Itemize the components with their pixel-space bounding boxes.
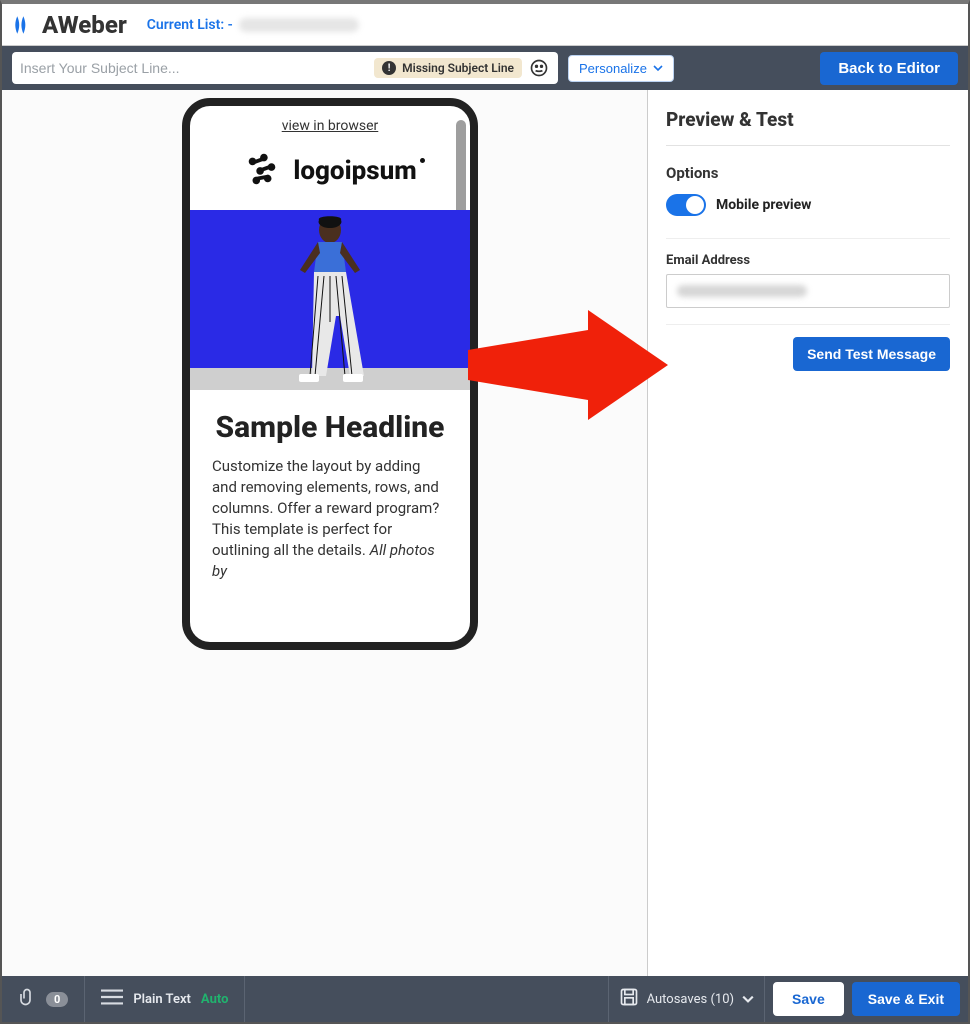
hero-person-illustration (275, 214, 385, 386)
email-address-input[interactable] (666, 274, 950, 308)
panel-title: Preview & Test (666, 108, 950, 146)
mobile-preview-content[interactable]: view in browser logoipsum (190, 106, 470, 642)
logoipsum-word: logoipsum (293, 156, 416, 186)
email-logo: logoipsum (190, 144, 470, 210)
editor-footer: 0 Plain Text Auto Autosaves (10) Save Sa… (2, 976, 968, 1022)
email-address-value-redacted (677, 285, 807, 297)
attachments-count: 0 (46, 992, 68, 1007)
alert-icon: ! (382, 61, 396, 75)
emoji-icon[interactable] (528, 57, 550, 79)
aweber-logo-text: AWeber (42, 11, 127, 39)
main-split: view in browser logoipsum (2, 90, 968, 976)
send-test-message-button[interactable]: Send Test Message (793, 337, 950, 371)
options-heading: Options (666, 164, 950, 182)
preview-canvas: view in browser logoipsum (2, 90, 648, 976)
attachments-section[interactable]: 0 (2, 976, 85, 1022)
chevron-down-icon (653, 63, 663, 73)
email-address-label: Email Address (666, 253, 950, 268)
missing-subject-badge: ! Missing Subject Line (374, 58, 522, 78)
plain-text-label: Plain Text (133, 992, 191, 1007)
save-button[interactable]: Save (773, 982, 844, 1016)
lines-icon (101, 988, 123, 1010)
paperclip-icon (18, 987, 36, 1011)
subject-toolbar: ! Missing Subject Line Personalize Back … (2, 46, 968, 90)
preview-test-panel: Preview & Test Options Mobile preview Em… (648, 90, 968, 976)
brand-bar: AWeber Current List: - (2, 4, 968, 46)
current-list-label: Current List: - (147, 17, 233, 33)
save-and-exit-button[interactable]: Save & Exit (852, 982, 960, 1016)
subject-input-wrap: ! Missing Subject Line (12, 52, 558, 84)
subject-input[interactable] (20, 60, 374, 76)
current-list-value-redacted (239, 18, 359, 32)
personalize-button[interactable]: Personalize (568, 55, 674, 82)
logoipsum-mark-icon (243, 150, 281, 192)
missing-subject-text: Missing Subject Line (402, 61, 514, 75)
autosaves-dropdown[interactable]: Autosaves (10) (608, 976, 765, 1022)
plain-text-auto-label: Auto (201, 992, 229, 1007)
autosaves-label: Autosaves (10) (647, 992, 734, 1007)
plain-text-section[interactable]: Plain Text Auto (85, 976, 245, 1022)
current-list[interactable]: Current List: - (147, 17, 359, 33)
aweber-logo[interactable]: AWeber (12, 11, 127, 39)
personalize-label: Personalize (579, 61, 647, 76)
callout-arrow (468, 310, 668, 420)
mobile-preview-toggle[interactable] (666, 194, 706, 216)
view-in-browser-link[interactable]: view in browser (190, 106, 470, 144)
email-headline: Sample Headline (190, 390, 470, 456)
hero-image (190, 210, 470, 390)
aweber-logo-icon (12, 11, 40, 39)
email-paragraph: Customize the layout by adding and remov… (190, 456, 470, 594)
save-disk-icon (619, 987, 639, 1011)
chevron-down-icon (742, 993, 754, 1005)
mobile-preview-frame: view in browser logoipsum (182, 98, 478, 650)
back-to-editor-button[interactable]: Back to Editor (820, 52, 958, 85)
mobile-preview-toggle-label: Mobile preview (716, 197, 811, 213)
